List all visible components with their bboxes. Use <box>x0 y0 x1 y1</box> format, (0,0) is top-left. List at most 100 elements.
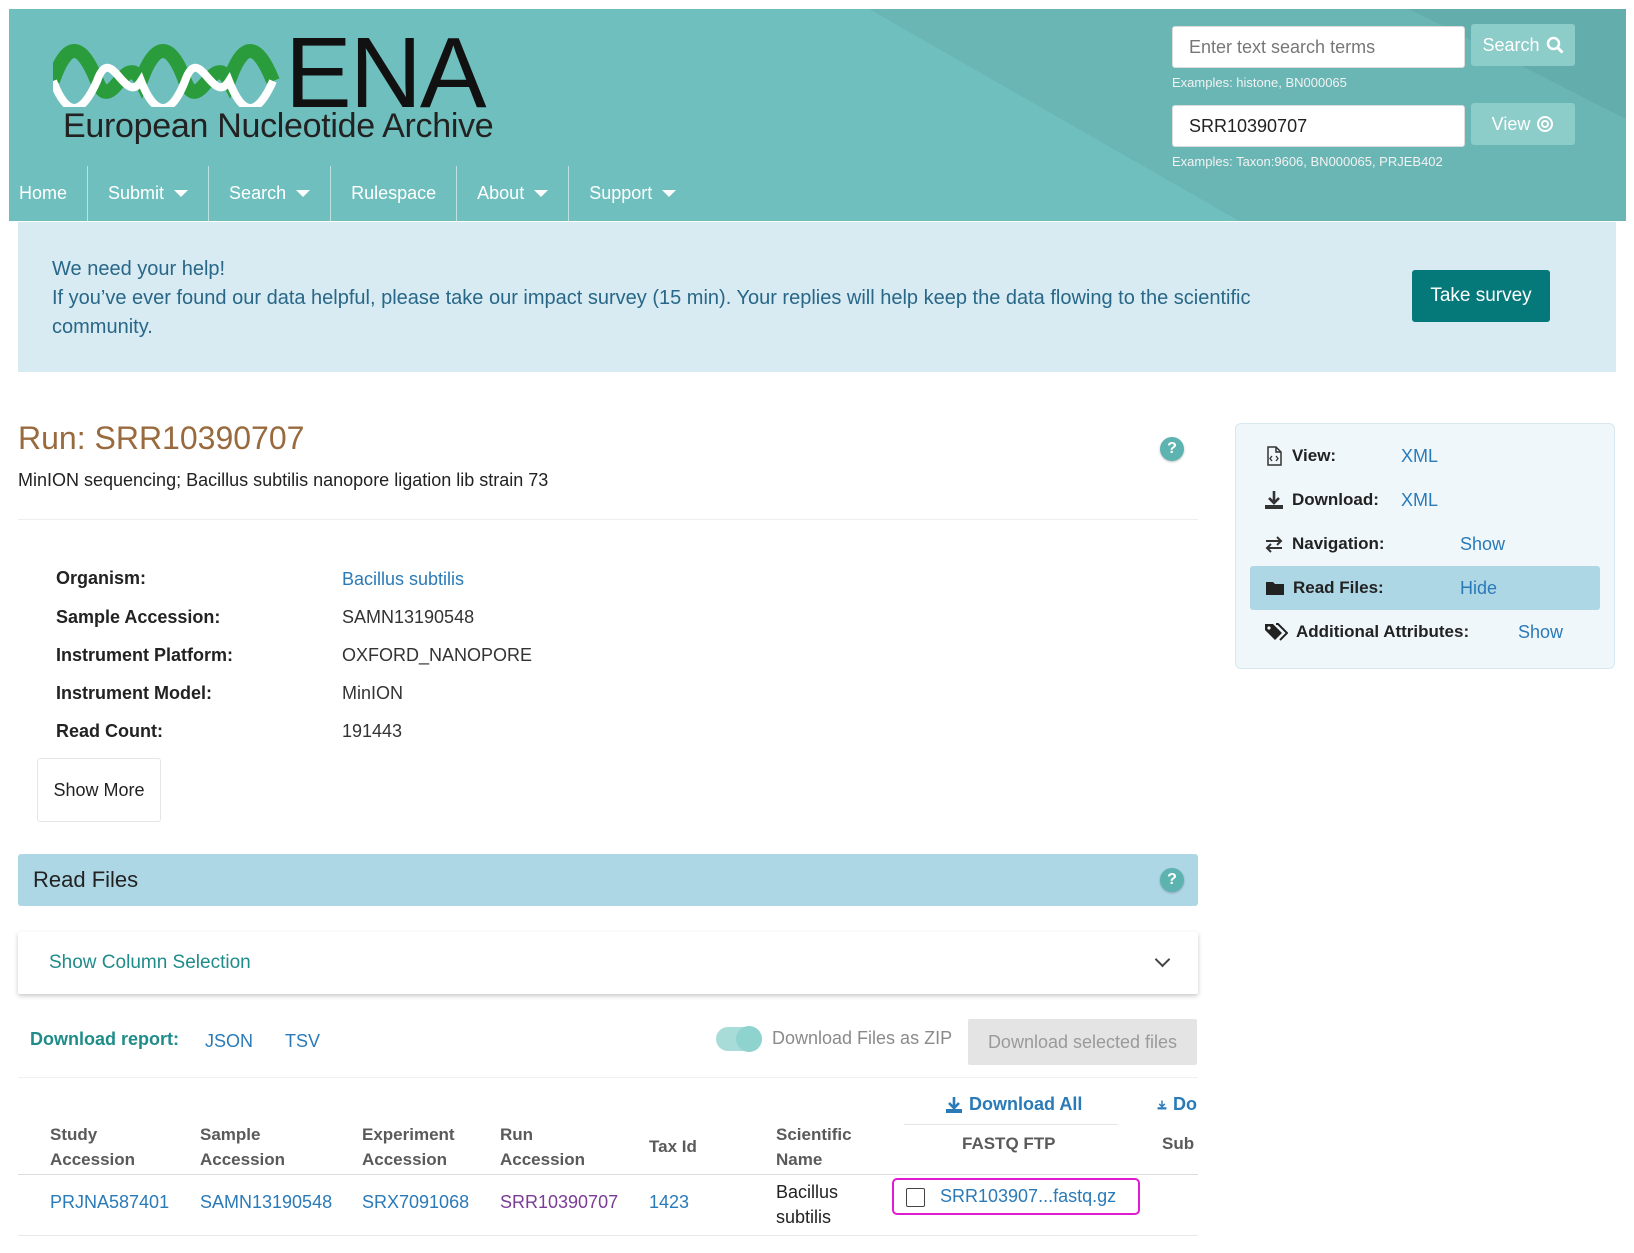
col-experiment-accession-l1: Experiment <box>362 1125 455 1144</box>
download-submitted-button[interactable]: Do <box>1157 1094 1197 1115</box>
organism-link[interactable]: Bacillus subtilis <box>342 569 464 590</box>
run-accession-link[interactable]: SRR10390707 <box>500 1192 618 1213</box>
ena-logo[interactable]: ENA European Nucleotide Archive <box>53 23 503 153</box>
side-row-download: Download: XML <box>1236 478 1614 522</box>
col-run-accession-l1: Run <box>500 1125 534 1144</box>
search-examples: Examples: histone, BN000065 <box>1172 75 1347 90</box>
view-xml-link[interactable]: XML <box>1401 446 1438 467</box>
caret-down-icon <box>534 190 549 197</box>
download-tsv-link[interactable]: TSV <box>285 1031 320 1052</box>
download-report-label: Download report: <box>30 1029 179 1049</box>
column-selection-label: Show Column Selection <box>49 952 251 973</box>
side-panel: View: XML Download: XML Navigation: Show… <box>1235 423 1615 669</box>
logo-subtitle: European Nucleotide Archive <box>63 107 494 145</box>
view-button[interactable]: View <box>1471 103 1575 145</box>
side-download-label: Download: <box>1292 490 1379 509</box>
target-icon <box>1537 116 1554 132</box>
nav-about[interactable]: About <box>457 166 570 221</box>
side-view-label: View: <box>1292 446 1337 465</box>
caret-down-icon <box>174 190 189 197</box>
download-all-label: Download All <box>969 1094 1083 1114</box>
caret-down-icon <box>662 190 677 197</box>
scientific-name-l1: Bacillus <box>776 1182 839 1202</box>
help-icon[interactable]: ? <box>1160 437 1184 461</box>
toggle-knob <box>736 1026 762 1052</box>
download-icon <box>1265 491 1283 509</box>
col-sample-accession-l1: Sample <box>200 1125 261 1144</box>
col-experiment-accession[interactable]: Experiment Accession <box>362 1122 455 1172</box>
header-separator <box>904 1124 1118 1125</box>
col-scientific-name-l2: Name <box>776 1150 823 1169</box>
chevron-down-icon <box>1154 951 1171 968</box>
survey-banner: We need your help! If you’ve ever found … <box>18 222 1616 372</box>
download-xml-link[interactable]: XML <box>1401 490 1438 511</box>
nav-rulespace[interactable]: Rulespace <box>331 166 458 221</box>
tax-id-link[interactable]: 1423 <box>649 1192 689 1213</box>
col-submitted-ftp[interactable]: Sub <box>1162 1131 1198 1156</box>
download-json-link[interactable]: JSON <box>205 1031 253 1052</box>
download-submitted-label: Do <box>1173 1094 1197 1114</box>
show-more-button[interactable]: Show More <box>37 758 161 822</box>
nav-about-label: About <box>477 183 525 203</box>
help-icon[interactable]: ? <box>1160 868 1184 892</box>
additional-attributes-show-link[interactable]: Show <box>1518 622 1563 643</box>
navigation-show-link[interactable]: Show <box>1460 534 1505 555</box>
study-accession-link[interactable]: PRJNA587401 <box>50 1192 169 1213</box>
divider <box>18 519 1198 520</box>
take-survey-button[interactable]: Take survey <box>1412 270 1550 322</box>
download-selected-button[interactable]: Download selected files <box>968 1019 1197 1065</box>
col-study-accession[interactable]: Study Accession <box>50 1122 135 1172</box>
nav-support[interactable]: Support <box>569 166 696 221</box>
read-files-title: Read Files <box>33 867 139 892</box>
side-additional-attributes-label: Additional Attributes: <box>1296 622 1470 641</box>
col-study-accession-l2: Accession <box>50 1150 136 1169</box>
text-search-input[interactable] <box>1172 26 1465 68</box>
instrument-model-value: MinION <box>342 683 404 703</box>
col-sample-accession-l2: Accession <box>200 1150 286 1169</box>
sample-accession-label: Sample Accession: <box>56 607 221 627</box>
sample-accession-link[interactable]: SAMN13190548 <box>200 1192 332 1213</box>
column-selection-toggle[interactable]: Show Column Selection <box>18 932 1198 994</box>
search-icon <box>1546 36 1564 54</box>
run-description: MinION sequencing; Bacillus subtilis nan… <box>18 470 549 490</box>
nav-search-label: Search <box>229 183 287 203</box>
col-sample-accession[interactable]: Sample Accession <box>200 1122 285 1172</box>
col-scientific-name[interactable]: Scientific Name <box>776 1122 852 1172</box>
nav-submit[interactable]: Submit <box>88 166 210 221</box>
col-study-accession-l1: Study <box>50 1125 98 1144</box>
nav-search[interactable]: Search <box>209 166 332 221</box>
site-header: ENA European Nucleotide Archive Search E… <box>9 9 1626 221</box>
col-tax-id[interactable]: Tax Id <box>649 1134 697 1159</box>
banner-heading: We need your help! <box>52 258 226 280</box>
col-fastq-ftp[interactable]: FASTQ FTP <box>962 1131 1056 1156</box>
survey-banner-text: We need your help! If you’ve ever found … <box>52 255 1282 342</box>
fastq-file-cell: SRR103907...fastq.gz <box>892 1178 1140 1215</box>
col-run-accession-l2: Accession <box>500 1150 586 1169</box>
download-all-button[interactable]: Download All <box>945 1094 1082 1115</box>
zip-toggle[interactable] <box>716 1026 762 1052</box>
side-row-read-files: Read Files: Hide <box>1250 566 1600 610</box>
nav-home[interactable]: Home <box>9 166 89 221</box>
accession-view-input[interactable] <box>1172 105 1465 147</box>
dna-wave-logo-icon <box>53 44 280 107</box>
banner-message: If you’ve ever found our data helpful, p… <box>52 287 1251 338</box>
side-read-files-label: Read Files: <box>1293 578 1384 597</box>
download-icon <box>1157 1100 1167 1109</box>
nav-home-label: Home <box>19 183 68 203</box>
fastq-file-checkbox[interactable] <box>906 1188 925 1207</box>
col-run-accession[interactable]: Run Accession <box>500 1122 585 1172</box>
instrument-model-label: Instrument Model: <box>56 683 212 703</box>
experiment-accession-link[interactable]: SRX7091068 <box>362 1192 469 1213</box>
fastq-file-link[interactable]: SRR103907...fastq.gz <box>940 1186 1116 1207</box>
nav-rulespace-label: Rulespace <box>351 183 437 203</box>
nav-submit-label: Submit <box>108 183 165 203</box>
caret-down-icon <box>296 190 311 197</box>
file-code-icon <box>1267 446 1282 466</box>
search-button[interactable]: Search <box>1471 24 1575 66</box>
read-files-hide-link[interactable]: Hide <box>1460 578 1497 599</box>
view-button-label: View <box>1491 113 1531 134</box>
sample-accession-value: SAMN13190548 <box>342 607 475 627</box>
scientific-name-l2: subtilis <box>776 1207 832 1227</box>
read-count-value: 191443 <box>342 721 403 741</box>
side-row-navigation: Navigation: Show <box>1236 522 1614 566</box>
